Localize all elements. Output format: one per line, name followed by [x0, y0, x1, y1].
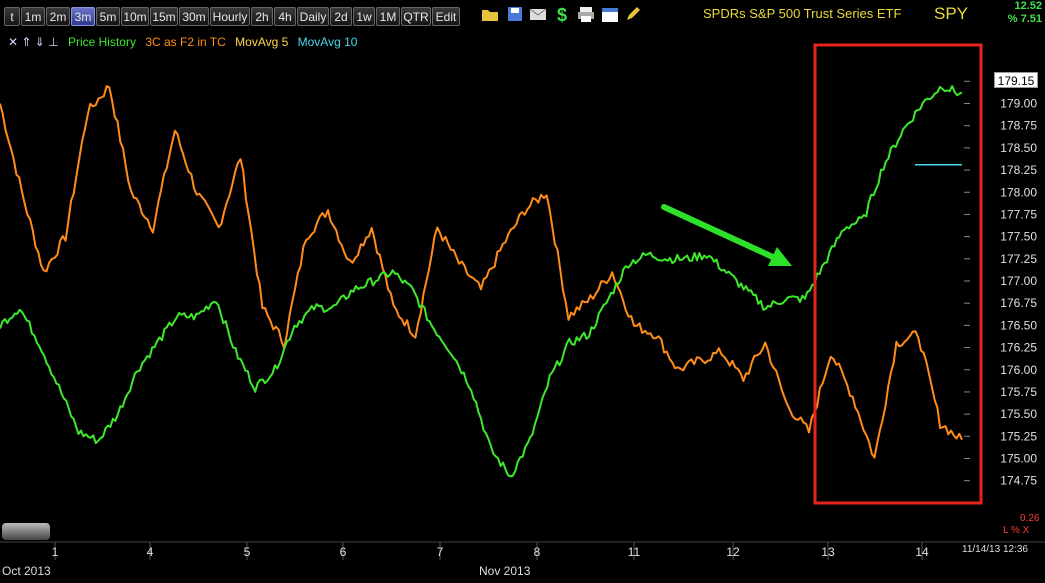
x-tick-label: 12 — [726, 545, 740, 559]
y-tick-label: 176.25 — [1000, 341, 1037, 355]
change-readout: 12.52 % 7.51 — [1008, 0, 1042, 26]
pencil-icon[interactable] — [623, 4, 643, 24]
timeframe-t[interactable]: t — [4, 7, 20, 26]
timeframe-2m[interactable]: 2m — [46, 7, 70, 26]
timeframe-1m[interactable]: 1m — [21, 7, 45, 26]
lower-value: 0.26 — [1020, 513, 1040, 524]
y-tick-label: 175.25 — [1000, 429, 1037, 443]
mail-icon[interactable] — [528, 4, 548, 24]
legend-price-history[interactable]: Price History — [68, 35, 136, 49]
highlight-box — [813, 43, 983, 505]
y-tick-label: 174.75 — [1000, 474, 1037, 488]
x-tick-label: 8 — [534, 545, 541, 559]
y-tick-label: 175.75 — [1000, 385, 1037, 399]
y-tick-label: 175.00 — [1000, 452, 1037, 466]
month-label-oct: Oct 2013 — [2, 564, 51, 578]
timeframe-5m[interactable]: 5m — [96, 7, 120, 26]
y-tick-label: 177.50 — [1000, 230, 1037, 244]
toolbar: t 1m 2m 3m 5m 10m 15m 30m Hourly 2h 4h Daily 2d 1w 1M Q… — [0, 0, 1045, 29]
symbol-ticker: SPY — [934, 4, 969, 23]
last-price-tag: 179.15 — [994, 72, 1038, 88]
chart-legend: ✕ ⇑ ⇓ ⊥ Price History 3C as F2 in TC Mov… — [8, 35, 363, 49]
timestamp: 11/14/13 12:36 — [962, 544, 1028, 555]
timeframe-daily[interactable]: Daily — [297, 7, 329, 26]
legend-arrows[interactable]: ✕ ⇑ ⇓ ⊥ — [8, 35, 59, 49]
save-icon[interactable] — [505, 4, 525, 24]
legend-movavg-5[interactable]: MovAvg 5 — [235, 35, 288, 49]
timeframe-hourly[interactable]: Hourly — [210, 7, 250, 26]
dollar-icon[interactable]: $ — [553, 4, 573, 24]
scroll-handle[interactable] — [2, 523, 50, 540]
change-percent: % 7.51 — [1007, 13, 1042, 25]
y-tick-label: 178.50 — [1000, 141, 1037, 155]
calendar-icon[interactable] — [600, 4, 620, 24]
timeframe-2d[interactable]: 2d — [330, 7, 352, 26]
y-tick-label: 176.75 — [1000, 296, 1037, 310]
print-icon[interactable] — [576, 4, 596, 24]
timeframe-edit[interactable]: Edit — [432, 7, 460, 26]
x-tick-label: 7 — [437, 545, 444, 559]
y-tick-label: 175.50 — [1000, 407, 1037, 421]
x-tick-label: 14 — [915, 545, 929, 559]
x-tick-label: 1 — [52, 545, 59, 559]
timeframe-10m[interactable]: 10m — [121, 7, 149, 26]
legend-3c-indicator[interactable]: 3C as F2 in TC — [145, 35, 225, 49]
price-line — [0, 85, 963, 478]
trend-arrow — [661, 204, 792, 266]
y-tick-label: 177.00 — [1000, 274, 1037, 288]
price-chart: 174.75 175.00 175.25 175.50 175.75 176.00 176.… — [0, 43, 1045, 560]
x-tick-label: 13 — [821, 545, 835, 559]
y-tick-label: 178.75 — [1000, 119, 1037, 133]
folder-icon[interactable] — [480, 4, 500, 24]
legend-movavg-10[interactable]: MovAvg 10 — [298, 35, 358, 49]
timeframe-qtr[interactable]: QTR — [401, 7, 431, 26]
y-tick-label: 176.50 — [1000, 318, 1037, 332]
indicator-line — [0, 85, 963, 459]
change-value: 12.52 — [1014, 0, 1042, 12]
timeframe-1w[interactable]: 1w — [353, 7, 375, 26]
month-label-nov: Nov 2013 — [479, 564, 531, 578]
symbol-name: SPDRs S&P 500 Trust Series ETF — [703, 6, 902, 21]
x-tick-label: 4 — [147, 545, 154, 559]
x-tick-label: 5 — [244, 545, 251, 559]
y-tick-label: 176.00 — [1000, 363, 1037, 377]
y-tick-label: 178.00 — [1000, 185, 1037, 199]
y-tick-label: 179.00 — [1000, 97, 1037, 111]
y-tick-label: 177.25 — [1000, 252, 1037, 266]
timeframe-30m[interactable]: 30m — [179, 7, 209, 26]
timeframe-1m[interactable]: 1M — [376, 7, 400, 26]
y-tick-label: 177.75 — [1000, 207, 1037, 221]
x-tick-label: 6 — [340, 545, 347, 559]
y-tick-label: 178.25 — [1000, 163, 1037, 177]
timeframe-4h[interactable]: 4h — [274, 7, 296, 26]
timeframe-15m[interactable]: 15m — [150, 7, 178, 26]
x-tick-label: 11 — [628, 545, 641, 559]
svg-text:$: $ — [557, 5, 567, 24]
lower-label: L % X — [1003, 525, 1030, 536]
timeframe-2h[interactable]: 2h — [251, 7, 273, 26]
timeframe-3m[interactable]: 3m — [71, 7, 95, 26]
